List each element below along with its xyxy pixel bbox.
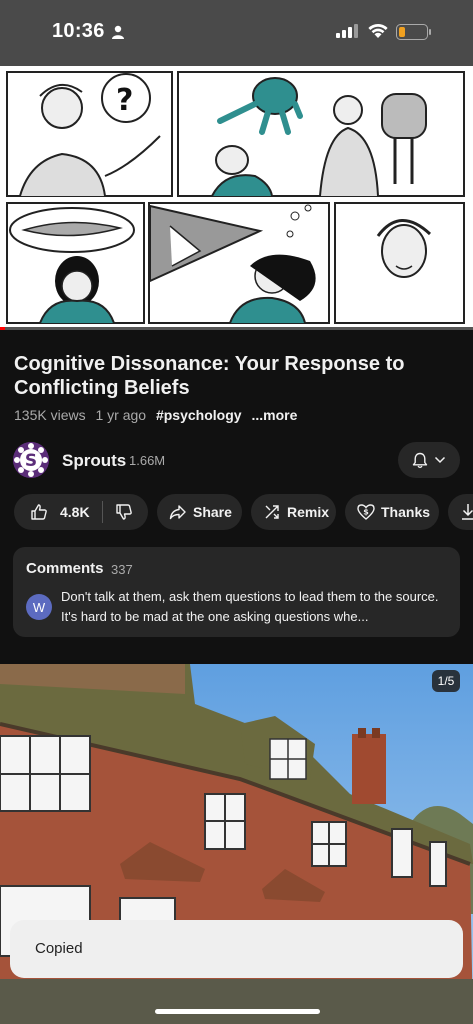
remix-button[interactable]: Remix bbox=[251, 494, 336, 530]
upload-age: 1 yr ago bbox=[95, 407, 147, 423]
like-dislike-pill: 4.8K bbox=[14, 494, 148, 530]
status-time: 10:36 bbox=[52, 20, 105, 42]
svg-text:?: ? bbox=[116, 83, 133, 118]
channel-name[interactable]: Sprouts bbox=[62, 451, 126, 471]
channel-logo-icon: S bbox=[13, 442, 49, 478]
home-indicator[interactable] bbox=[155, 1009, 320, 1014]
view-count: 135K views bbox=[14, 407, 86, 423]
thumbs-down-icon[interactable] bbox=[115, 503, 133, 521]
channel-row[interactable]: S Sprouts 1.66M bbox=[0, 440, 473, 480]
thumbs-up-icon[interactable] bbox=[30, 503, 48, 521]
commenter-avatar: W bbox=[26, 594, 52, 620]
video-frame-illustration: ? bbox=[0, 66, 473, 330]
video-info-panel: Cognitive Dissonance: Your Response to C… bbox=[0, 330, 473, 660]
comments-count: 337 bbox=[111, 562, 133, 577]
hashtag-link[interactable]: #psychology bbox=[156, 407, 242, 423]
status-bar: 10:36 bbox=[0, 0, 473, 66]
action-bar: 4.8K Share Remix $ Thanks bbox=[14, 494, 473, 530]
download-icon bbox=[462, 504, 473, 520]
chevron-down-icon bbox=[434, 456, 446, 464]
channel-avatar[interactable]: S bbox=[13, 442, 49, 478]
bell-icon bbox=[412, 452, 428, 468]
download-button[interactable] bbox=[448, 494, 473, 530]
notification-bell-button[interactable] bbox=[398, 442, 460, 478]
svg-text:$: $ bbox=[363, 508, 369, 517]
video-player[interactable]: ? bbox=[0, 66, 473, 330]
channel-avatar-letter: S bbox=[25, 451, 37, 471]
super-thanks-icon: $ bbox=[357, 504, 375, 520]
like-divider bbox=[101, 501, 103, 523]
comments-card[interactable]: Comments 337 W Don't talk at them, ask t… bbox=[13, 547, 460, 637]
video-title[interactable]: Cognitive Dissonance: Your Response to C… bbox=[14, 352, 454, 400]
remix-icon bbox=[265, 505, 279, 519]
video-meta[interactable]: 135K views 1 yr ago #psychology ...more bbox=[14, 407, 303, 423]
more-link[interactable]: ...more bbox=[251, 407, 297, 423]
thanks-button[interactable]: $ Thanks bbox=[345, 494, 439, 530]
cellular-signal-icon bbox=[336, 24, 358, 38]
top-comment-text: Don't talk at them, ask them questions t… bbox=[61, 589, 439, 624]
person-icon bbox=[112, 25, 124, 39]
toast-message: Copied bbox=[35, 940, 83, 957]
like-count[interactable]: 4.8K bbox=[60, 504, 90, 520]
remix-label: Remix bbox=[287, 504, 330, 520]
subscriber-count: 1.66M bbox=[129, 453, 166, 468]
comments-title: Comments bbox=[26, 560, 104, 577]
thanks-label: Thanks bbox=[381, 504, 431, 520]
image-counter-badge: 1/5 bbox=[432, 670, 460, 692]
share-button[interactable]: Share bbox=[157, 494, 242, 530]
wifi-icon bbox=[368, 23, 388, 38]
battery-icon bbox=[396, 24, 431, 40]
share-label: Share bbox=[193, 504, 232, 520]
copied-toast: Copied bbox=[10, 920, 463, 978]
share-icon bbox=[169, 505, 186, 520]
